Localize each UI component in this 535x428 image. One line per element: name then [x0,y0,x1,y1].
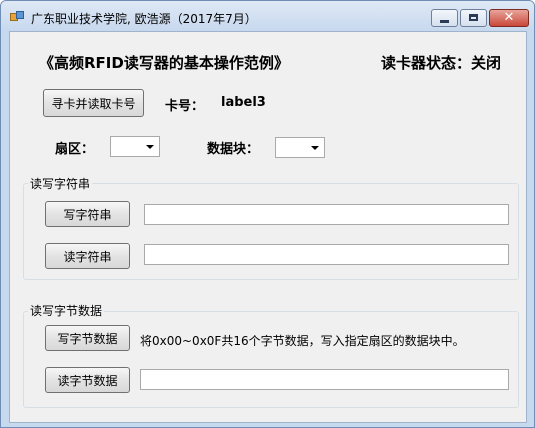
form-client-area: 《高频RFID读写器的基本操作范例》 读卡器状态：关闭 寻卡并读取卡号 卡号： … [9,31,527,423]
title-bar[interactable]: 广东职业技术学院, 欧浩源（2017年7月） ✕ [1,1,534,31]
card-number-value: label3 [221,95,266,110]
minimize-button[interactable] [431,9,458,27]
read-string-output[interactable] [144,244,509,265]
close-button[interactable]: ✕ [489,9,529,27]
read-bytes-output[interactable] [140,369,509,390]
sector-label: 扇区： [55,142,95,157]
reader-status: 读卡器状态：关闭 [381,54,502,72]
maximize-icon [469,14,478,21]
write-string-button[interactable]: 写字符串 [45,201,130,227]
window-title: 广东职业技术学院, 欧浩源（2017年7月） [31,12,257,26]
sector-select[interactable] [110,136,160,157]
block-select[interactable] [275,137,325,158]
read-bytes-button[interactable]: 读字节数据 [45,367,130,393]
write-string-input[interactable] [144,204,509,225]
app-window: 广东职业技术学院, 欧浩源（2017年7月） ✕ 《高频RFID读写器的基本操作… [0,0,535,428]
close-icon: ✕ [503,10,515,25]
page-title: 《高频RFID读写器的基本操作范例》 [39,54,289,72]
block-label: 数据块： [207,142,260,157]
maximize-button[interactable] [460,9,487,27]
find-read-card-button[interactable]: 寻卡并读取卡号 [43,89,144,117]
string-group-legend: 读写字符串 [28,175,93,192]
write-bytes-button[interactable]: 写字节数据 [45,325,130,351]
byte-group-legend: 读写字节数据 [28,302,105,319]
minimize-icon [440,20,449,23]
card-number-label: 卡号： [165,99,205,114]
write-bytes-description: 将0x00~0x0F共16个字节数据，写入指定扇区的数据块中。 [140,334,465,348]
chevron-down-icon [311,146,319,150]
chevron-down-icon [146,145,154,149]
app-icon [10,11,24,23]
read-string-button[interactable]: 读字符串 [45,243,130,269]
